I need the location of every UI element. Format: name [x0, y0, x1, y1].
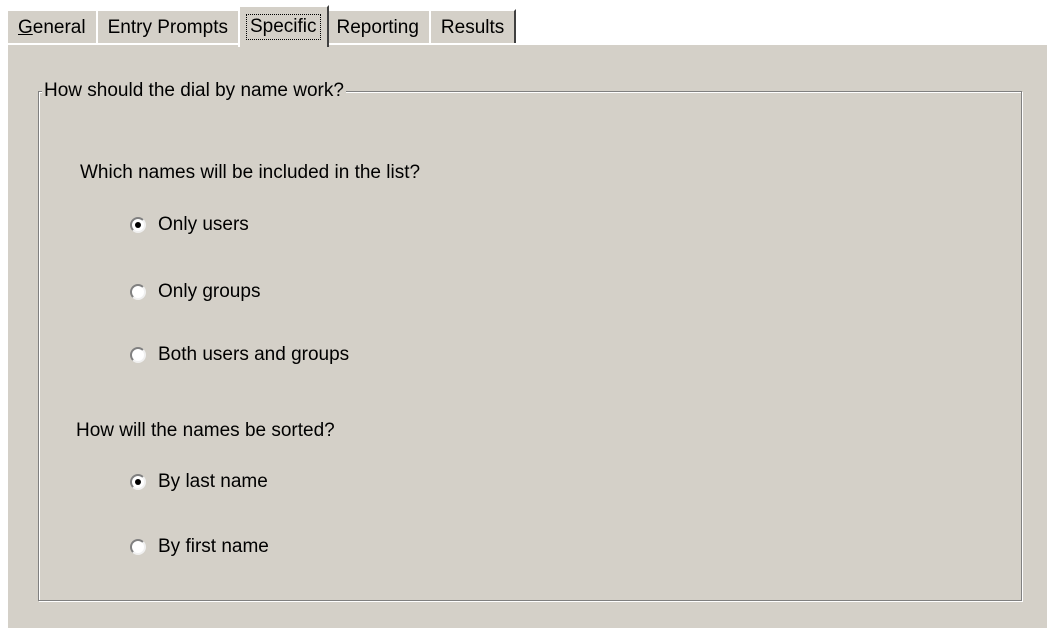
- names-sorted-question: How will the names be sorted?: [76, 420, 335, 441]
- tab-entry-prompts-label: Entry Prompts: [107, 17, 228, 38]
- dial-by-name-properties: General Entry Prompts Specific Reporting…: [0, 0, 1047, 628]
- tab-general-label: General: [18, 17, 86, 38]
- radio-only-users[interactable]: Only users: [130, 213, 249, 237]
- groupbox-title: How should the dial by name work?: [42, 79, 346, 103]
- radio-by-first-name-button[interactable]: [130, 539, 146, 555]
- names-included-question: Which names will be included in the list…: [80, 162, 421, 183]
- radio-by-last-name-label: By last name: [158, 471, 268, 492]
- radio-both-users-groups[interactable]: Both users and groups: [130, 343, 349, 367]
- radio-only-users-button[interactable]: [130, 217, 146, 233]
- radio-by-last-name-button[interactable]: [130, 474, 146, 490]
- radio-only-groups-label: Only groups: [158, 281, 261, 302]
- radio-by-first-name-label: By first name: [158, 536, 269, 557]
- radio-only-users-label: Only users: [158, 214, 249, 235]
- radio-selected-dot: [135, 479, 141, 485]
- tab-general[interactable]: General: [6, 9, 98, 45]
- tab-specific[interactable]: Specific: [237, 5, 329, 47]
- tab-entry-prompts[interactable]: Entry Prompts: [95, 9, 240, 45]
- tab-reporting[interactable]: Reporting: [324, 9, 431, 45]
- tab-results[interactable]: Results: [428, 9, 517, 45]
- tab-results-label: Results: [440, 17, 505, 38]
- tab-strip: General Entry Prompts Specific Reporting…: [6, 0, 517, 47]
- tab-reporting-label: Reporting: [336, 17, 419, 38]
- radio-only-groups[interactable]: Only groups: [130, 280, 260, 304]
- tab-specific-label: Specific: [245, 14, 321, 40]
- specific-tab-panel: How should the dial by name work? Which …: [6, 43, 1047, 628]
- radio-by-first-name[interactable]: By first name: [130, 535, 269, 559]
- radio-only-groups-button[interactable]: [130, 284, 146, 300]
- radio-both-users-groups-label: Both users and groups: [158, 344, 350, 365]
- radio-both-users-groups-button[interactable]: [130, 347, 146, 363]
- radio-by-last-name[interactable]: By last name: [130, 470, 268, 494]
- radio-selected-dot: [135, 222, 141, 228]
